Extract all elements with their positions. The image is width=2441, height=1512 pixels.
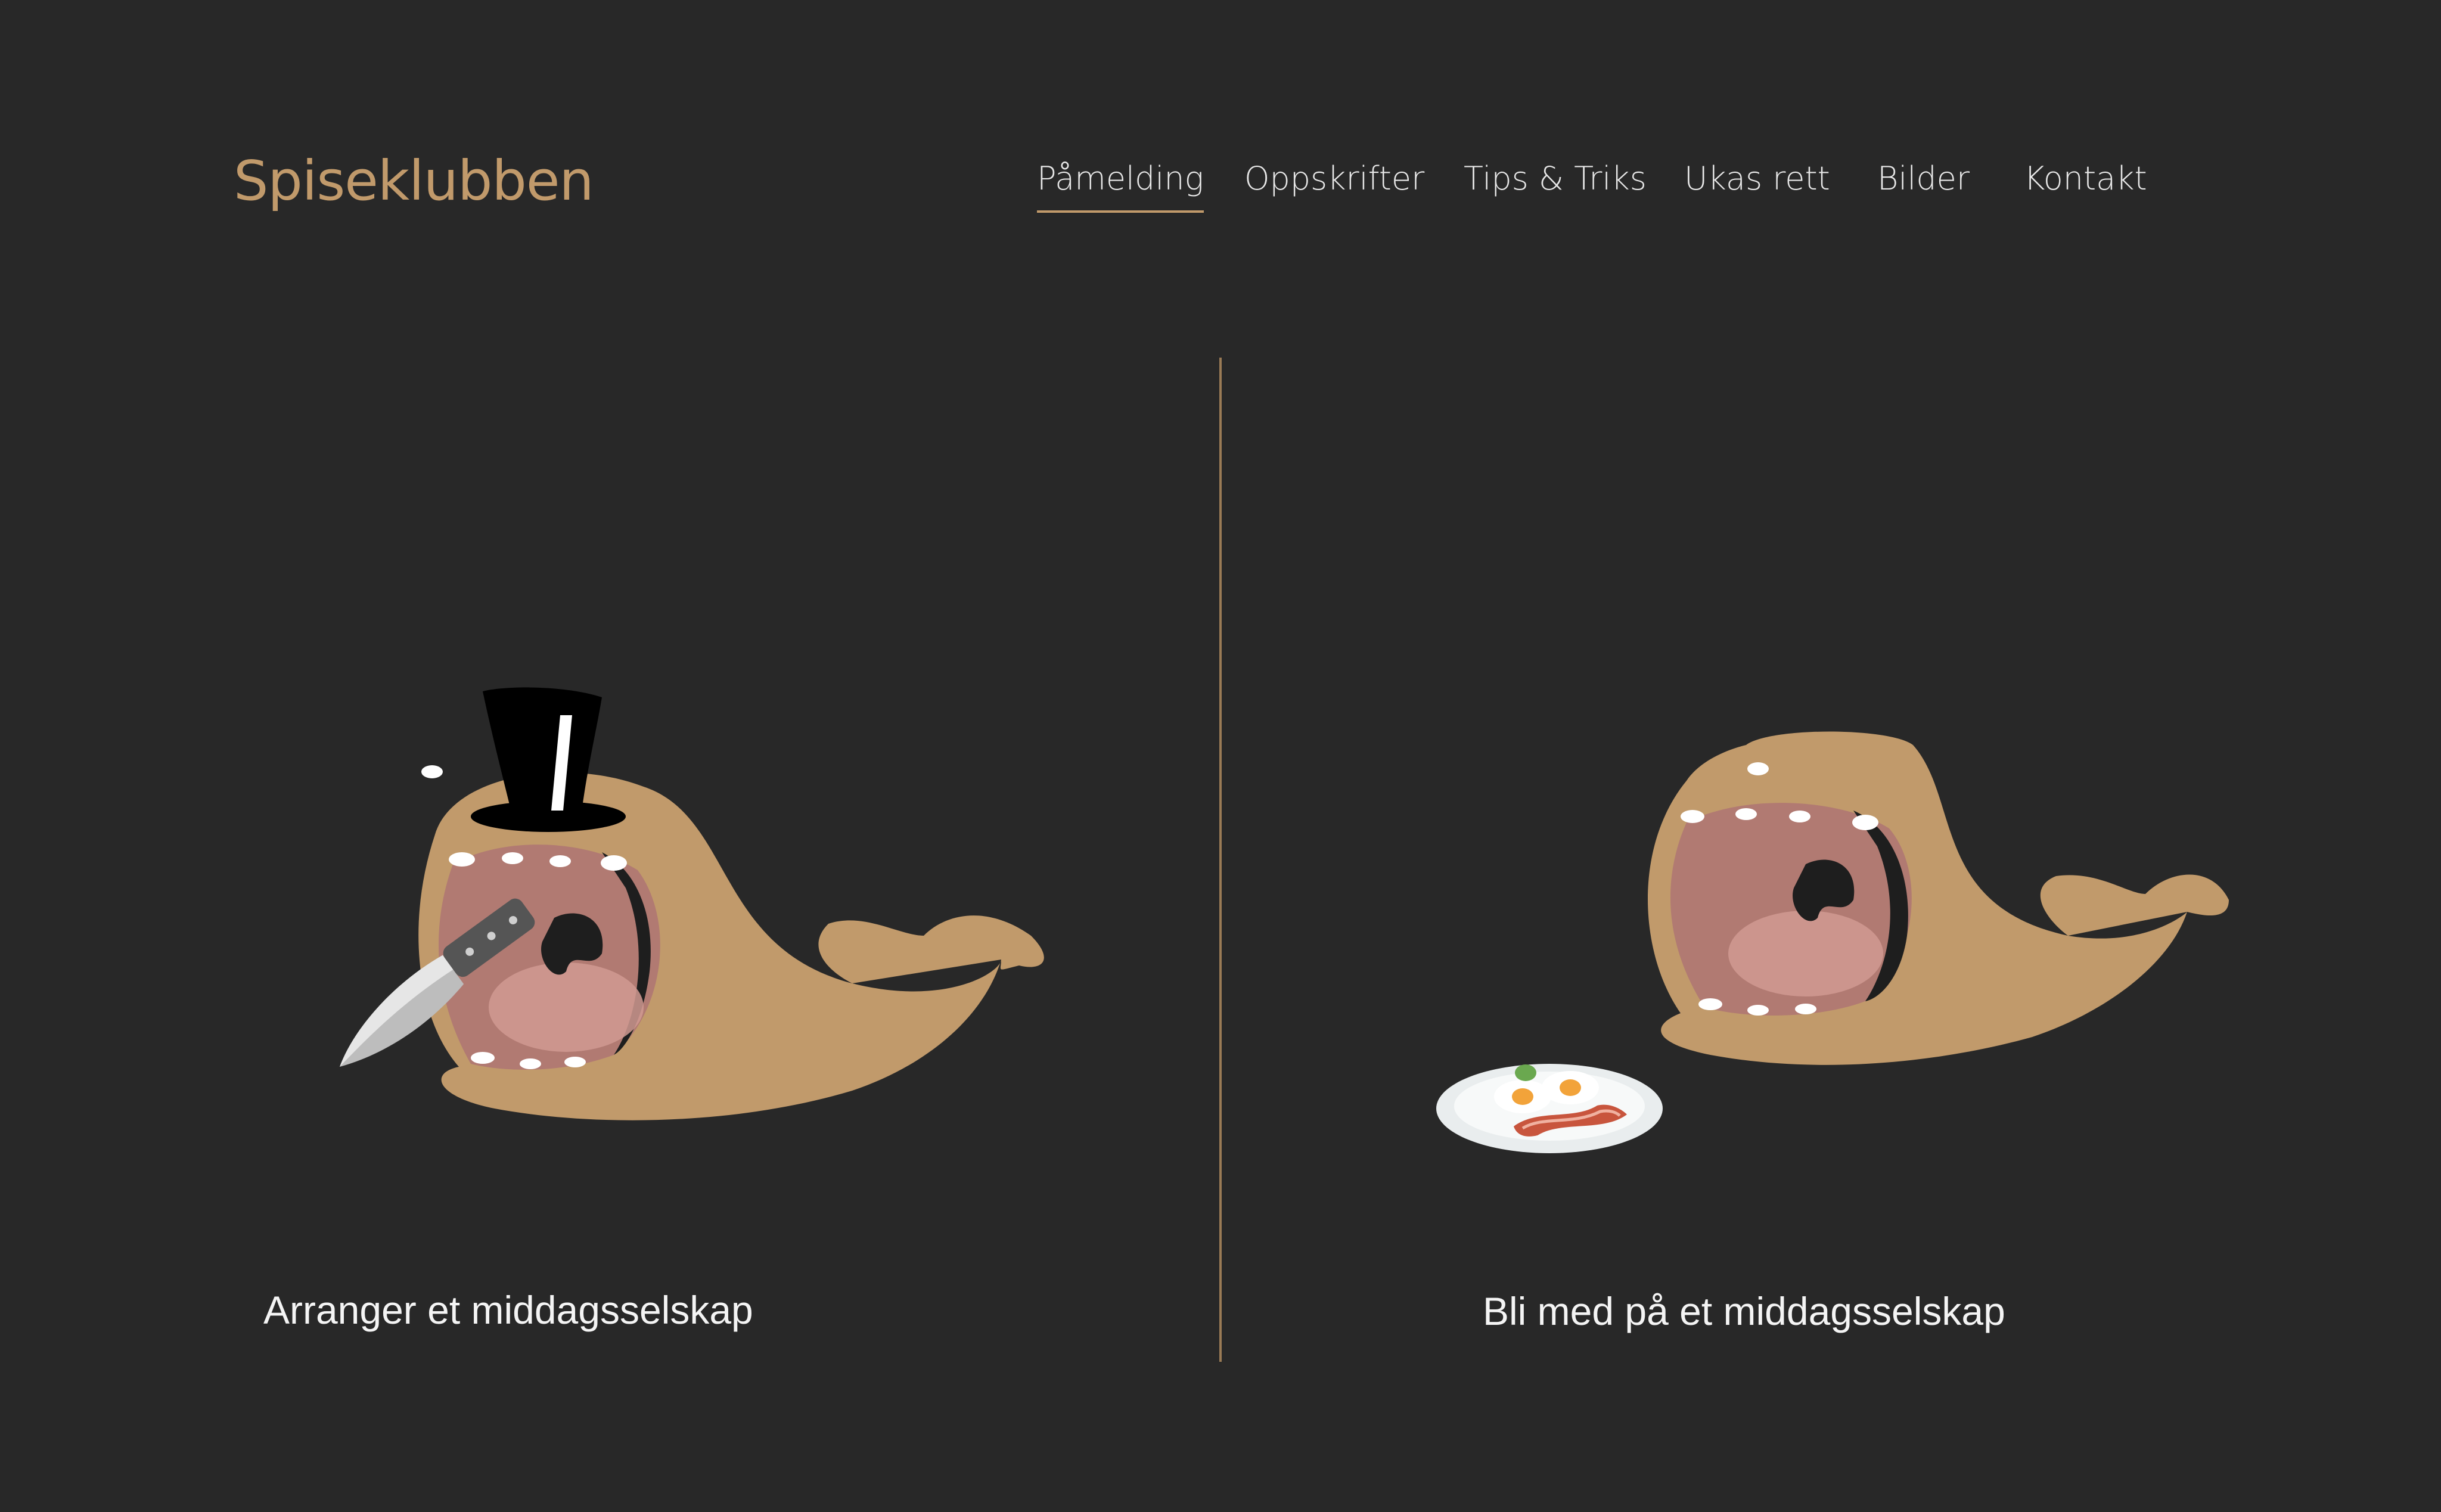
whale-tail bbox=[818, 915, 1044, 983]
top-hat bbox=[471, 687, 626, 832]
whale-tongue bbox=[489, 963, 644, 1052]
whale-tongue bbox=[1728, 911, 1883, 996]
whale-tail bbox=[2040, 874, 2229, 936]
nav-item-pamelding[interactable]: Påmelding bbox=[1037, 160, 1204, 213]
option-arrange-caption: Arranger et middagsselskap bbox=[263, 1288, 753, 1332]
nav-item-ukas-rett[interactable]: Ukas rett bbox=[1684, 160, 1830, 197]
nav-item-bilder[interactable]: Bilder bbox=[1877, 160, 1970, 197]
whale-breakfast-illustration bbox=[1436, 731, 2229, 1153]
option-join-caption: Bli med på et middagsselskap bbox=[1483, 1289, 2005, 1333]
nav-item-kontakt[interactable]: Kontakt bbox=[2024, 160, 2147, 197]
whale-eye bbox=[421, 765, 443, 778]
whale-eye bbox=[1747, 762, 1769, 775]
whale-top-hat-illustration bbox=[340, 687, 1044, 1120]
nav-item-oppskrifter[interactable]: Oppskrifter bbox=[1244, 160, 1424, 197]
breakfast-plate bbox=[1436, 1064, 1663, 1153]
main-nav: Påmelding Oppskrifter Tips & Triks Ukas … bbox=[0, 160, 2441, 225]
panel-divider bbox=[1219, 358, 1222, 1362]
option-arrange-dinner[interactable]: Arranger et middagsselskap bbox=[72, 358, 1204, 1362]
option-join-dinner[interactable]: Bli med på et middagsselskap bbox=[1257, 358, 2390, 1362]
nav-item-tips-triks[interactable]: Tips & Triks bbox=[1464, 160, 1647, 197]
